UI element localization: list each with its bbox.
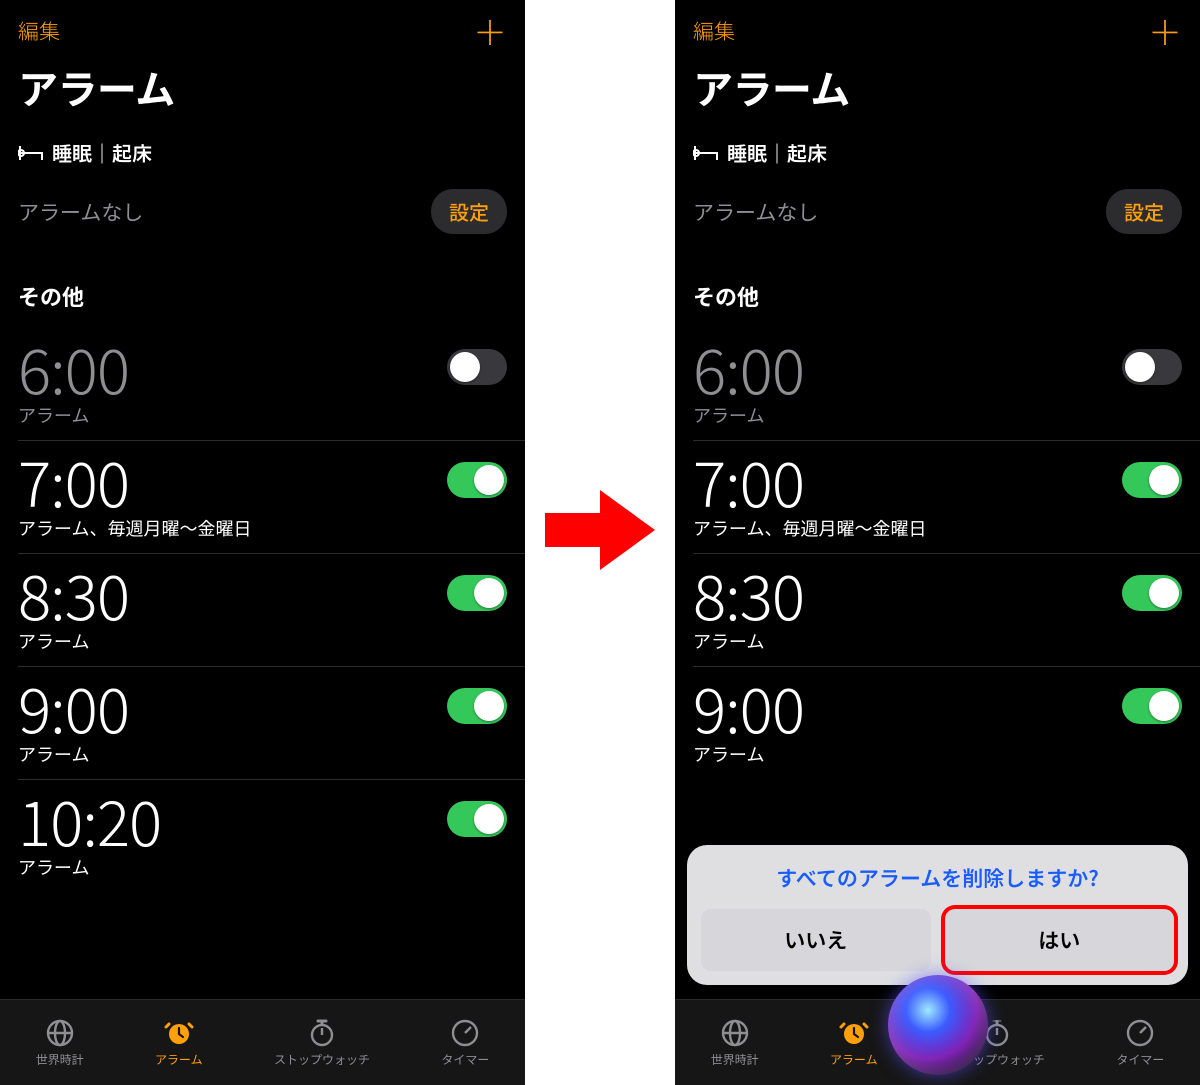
- alarm-toggle[interactable]: [1122, 462, 1182, 498]
- tab-world-clock[interactable]: 世界時計: [711, 1018, 759, 1068]
- add-alarm-button[interactable]: ＋: [1148, 14, 1182, 48]
- bed-icon: [18, 144, 44, 162]
- globe-icon: [720, 1018, 750, 1048]
- others-heading: その他: [675, 250, 1200, 328]
- sleep-heading: 睡眠｜起床: [675, 132, 1200, 179]
- tab-stopwatch[interactable]: ストップウォッチ: [274, 1018, 370, 1068]
- alarm-time: 10:20: [18, 788, 161, 850]
- tab-timer[interactable]: タイマー: [441, 1018, 489, 1068]
- alarm-toggle[interactable]: [1122, 688, 1182, 724]
- alarm-toggle[interactable]: [1122, 575, 1182, 611]
- alarm-label: アラーム、毎週月曜〜金曜日: [693, 515, 1182, 541]
- alarm-clock-icon: [839, 1018, 869, 1048]
- alarm-time: 9:00: [18, 675, 129, 737]
- tab-label: ストップウォッチ: [274, 1051, 370, 1068]
- sleep-row: アラームなし 設定: [0, 179, 525, 250]
- sleep-heading-label: 睡眠｜起床: [52, 138, 152, 167]
- alarm-clock-icon: [164, 1018, 194, 1048]
- sleep-heading-label: 睡眠｜起床: [727, 138, 827, 167]
- alarm-row[interactable]: 9:00 アラーム: [0, 667, 525, 779]
- tab-label: アラーム: [155, 1051, 203, 1068]
- alarm-toggle[interactable]: [447, 349, 507, 385]
- sleep-row: アラームなし 設定: [675, 179, 1200, 250]
- siri-question: すべてのアラームを削除しますか?: [701, 863, 1174, 893]
- sleep-heading: 睡眠｜起床: [0, 132, 525, 179]
- timer-icon: [450, 1018, 480, 1048]
- alarm-time: 8:30: [693, 562, 804, 624]
- alarm-toggle[interactable]: [447, 462, 507, 498]
- siri-no-button[interactable]: いいえ: [701, 909, 931, 971]
- siri-orb-icon[interactable]: [888, 975, 988, 1075]
- nav-header: 編集 ＋: [0, 0, 525, 54]
- tab-alarm[interactable]: アラーム: [155, 1018, 203, 1068]
- alarm-time: 7:00: [18, 449, 129, 511]
- alarm-row[interactable]: 8:30 アラーム: [675, 554, 1200, 666]
- others-heading: その他: [0, 250, 525, 328]
- tab-label: 世界時計: [36, 1051, 84, 1068]
- alarm-row[interactable]: 7:00 アラーム、毎週月曜〜金曜日: [0, 441, 525, 553]
- bed-icon: [693, 144, 719, 162]
- alarm-row[interactable]: 8:30 アラーム: [0, 554, 525, 666]
- tab-world-clock[interactable]: 世界時計: [36, 1018, 84, 1068]
- add-alarm-button[interactable]: ＋: [473, 14, 507, 48]
- alarm-time: 7:00: [693, 449, 804, 511]
- globe-icon: [45, 1018, 75, 1048]
- alarm-row[interactable]: 6:00 アラーム: [675, 328, 1200, 440]
- tab-bar: 世界時計 アラーム ストップウォッチ タイマー: [0, 999, 525, 1085]
- alarm-time: 6:00: [18, 336, 129, 398]
- phone-screen-after: 編集 ＋ アラーム 睡眠｜起床 アラームなし 設定 その他 6:00 アラーム: [675, 0, 1200, 1085]
- page-title: アラーム: [0, 54, 525, 132]
- alarm-time: 9:00: [693, 675, 804, 737]
- tab-alarm[interactable]: アラーム: [830, 1018, 878, 1068]
- tab-timer[interactable]: タイマー: [1116, 1018, 1164, 1068]
- tab-label: タイマー: [1116, 1051, 1164, 1068]
- alarm-label: アラーム、毎週月曜〜金曜日: [18, 515, 507, 541]
- sleep-config-button[interactable]: 設定: [431, 189, 507, 234]
- nav-header: 編集 ＋: [675, 0, 1200, 54]
- sleep-config-button[interactable]: 設定: [1106, 189, 1182, 234]
- stopwatch-icon: [307, 1018, 337, 1048]
- sleep-no-alarm-label: アラームなし: [693, 197, 818, 227]
- sleep-no-alarm-label: アラームなし: [18, 197, 143, 227]
- timer-icon: [1125, 1018, 1155, 1048]
- alarm-time: 8:30: [18, 562, 129, 624]
- alarm-time: 6:00: [693, 336, 804, 398]
- arrow-icon: [535, 470, 665, 590]
- alarm-row[interactable]: 10:20 アラーム: [0, 780, 525, 892]
- alarm-toggle[interactable]: [447, 688, 507, 724]
- edit-button[interactable]: 編集: [18, 16, 60, 46]
- alarm-row[interactable]: 6:00 アラーム: [0, 328, 525, 440]
- tab-label: アラーム: [830, 1051, 878, 1068]
- alarm-toggle[interactable]: [447, 801, 507, 837]
- alarm-row[interactable]: 9:00 アラーム: [675, 667, 1200, 779]
- tab-label: 世界時計: [711, 1051, 759, 1068]
- alarm-toggle[interactable]: [447, 575, 507, 611]
- alarm-toggle[interactable]: [1122, 349, 1182, 385]
- phone-screen-before: 編集 ＋ アラーム 睡眠｜起床 アラームなし 設定 その他 6:00 アラーム: [0, 0, 525, 1085]
- page-title: アラーム: [675, 54, 1200, 132]
- tab-label: タイマー: [441, 1051, 489, 1068]
- siri-yes-button[interactable]: はい: [945, 909, 1175, 971]
- alarm-row[interactable]: 7:00 アラーム、毎週月曜〜金曜日: [675, 441, 1200, 553]
- siri-confirmation-panel: すべてのアラームを削除しますか? いいえ はい: [687, 845, 1188, 985]
- edit-button[interactable]: 編集: [693, 16, 735, 46]
